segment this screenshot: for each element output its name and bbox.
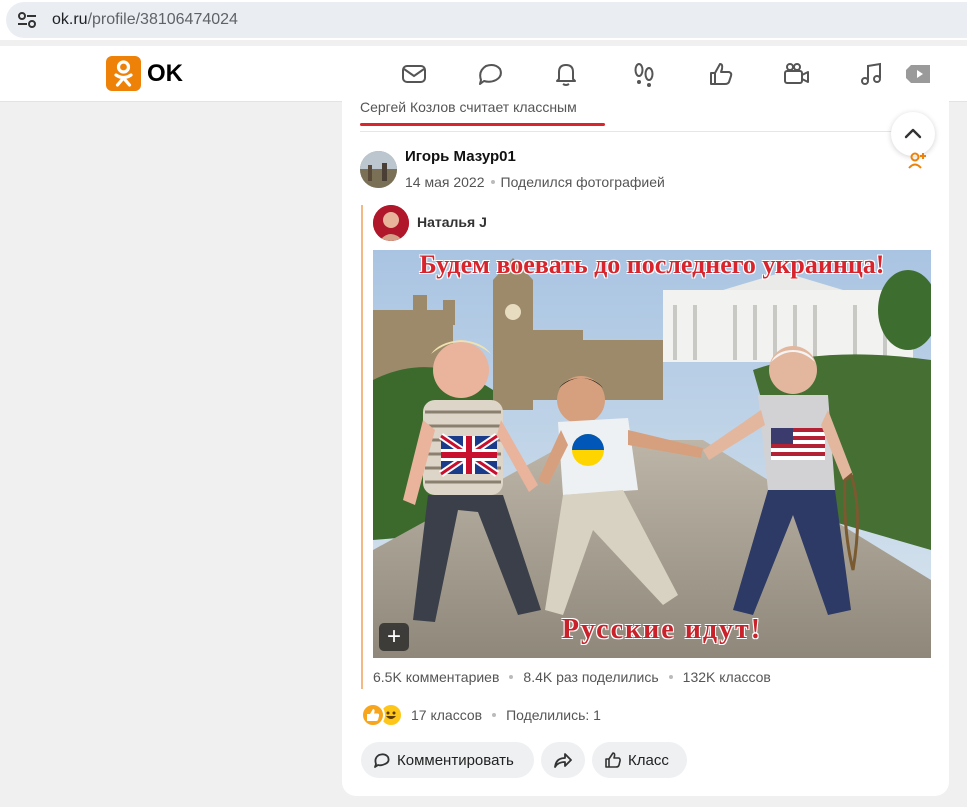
site-settings-icon[interactable] <box>16 10 38 30</box>
post-author[interactable]: Игорь Мазур01 <box>405 148 516 165</box>
url-text[interactable]: ok.ru/profile/38106474024 <box>52 11 238 29</box>
like-reaction-icon[interactable] <box>361 703 385 727</box>
klass-count[interactable]: 132K классов <box>683 669 771 685</box>
klass-button-label: Класс <box>628 751 669 769</box>
mail-icon[interactable] <box>400 60 428 88</box>
original-post-stats: 6.5K комментариев 8.4K раз поделились 13… <box>373 669 771 685</box>
video-camera-icon[interactable] <box>782 60 810 88</box>
url-host: ok.ru <box>52 11 88 28</box>
original-author-avatar[interactable] <box>373 205 409 241</box>
footprints-icon[interactable] <box>630 60 658 88</box>
divider <box>360 131 932 132</box>
bell-icon[interactable] <box>552 60 580 88</box>
post-meta: 14 мая 2022 Поделился фотографией <box>405 174 665 190</box>
address-field[interactable]: ok.ru/profile/38106474024 <box>6 2 967 38</box>
photo-caption-top: Будем воевать до последнего украинца! <box>419 250 885 279</box>
add-friend-icon[interactable] <box>907 150 927 170</box>
post-action: Поделился фотографией <box>500 174 665 190</box>
music-icon[interactable] <box>858 60 886 88</box>
klass-button[interactable]: Класс <box>592 742 687 778</box>
shares-count[interactable]: 8.4K раз поделились <box>523 669 658 685</box>
ok-logo-text: OK <box>147 59 183 87</box>
ok-logo[interactable]: OK <box>106 56 183 91</box>
comment-icon <box>374 753 390 768</box>
liked-by-underline <box>360 123 605 126</box>
comment-button-label: Комментировать <box>397 751 514 769</box>
comments-count[interactable]: 6.5K комментариев <box>373 669 499 685</box>
share-button[interactable] <box>541 742 585 778</box>
like-icon <box>605 752 621 768</box>
original-author[interactable]: Наталья J <box>417 214 487 230</box>
ok-logo-icon <box>106 56 141 91</box>
separator-dot <box>490 179 495 184</box>
separator-dot <box>492 713 497 717</box>
share-icon <box>554 753 572 768</box>
separator-dot <box>668 675 673 679</box>
liked-by-text[interactable]: Сергей Козлов считает классным <box>360 99 577 115</box>
author-avatar[interactable] <box>360 151 397 188</box>
separator-dot <box>509 675 514 679</box>
like-icon[interactable] <box>707 60 735 88</box>
post-date[interactable]: 14 мая 2022 <box>405 174 485 190</box>
reaction-count[interactable]: 17 классов <box>411 707 482 723</box>
chat-icon[interactable] <box>476 60 504 88</box>
post-photo[interactable]: Будем воевать до последнего украинца! Ру… <box>373 250 931 658</box>
reshare-indicator <box>361 205 363 689</box>
add-photo-button[interactable]: + <box>379 623 409 651</box>
shared-count[interactable]: Поделились: 1 <box>506 707 601 723</box>
url-path: /profile/38106474024 <box>87 11 238 28</box>
comment-button[interactable]: Комментировать <box>361 742 534 778</box>
photo-caption-bottom: Русские идут! <box>561 614 763 645</box>
reactions-summary: 17 классов Поделились: 1 <box>361 703 601 727</box>
browser-address-bar: ok.ru/profile/38106474024 <box>0 0 967 40</box>
plus-icon: + <box>386 623 401 650</box>
photo-illustration <box>373 250 931 658</box>
video-play-icon[interactable] <box>904 60 932 88</box>
site-header: OK <box>0 46 967 102</box>
